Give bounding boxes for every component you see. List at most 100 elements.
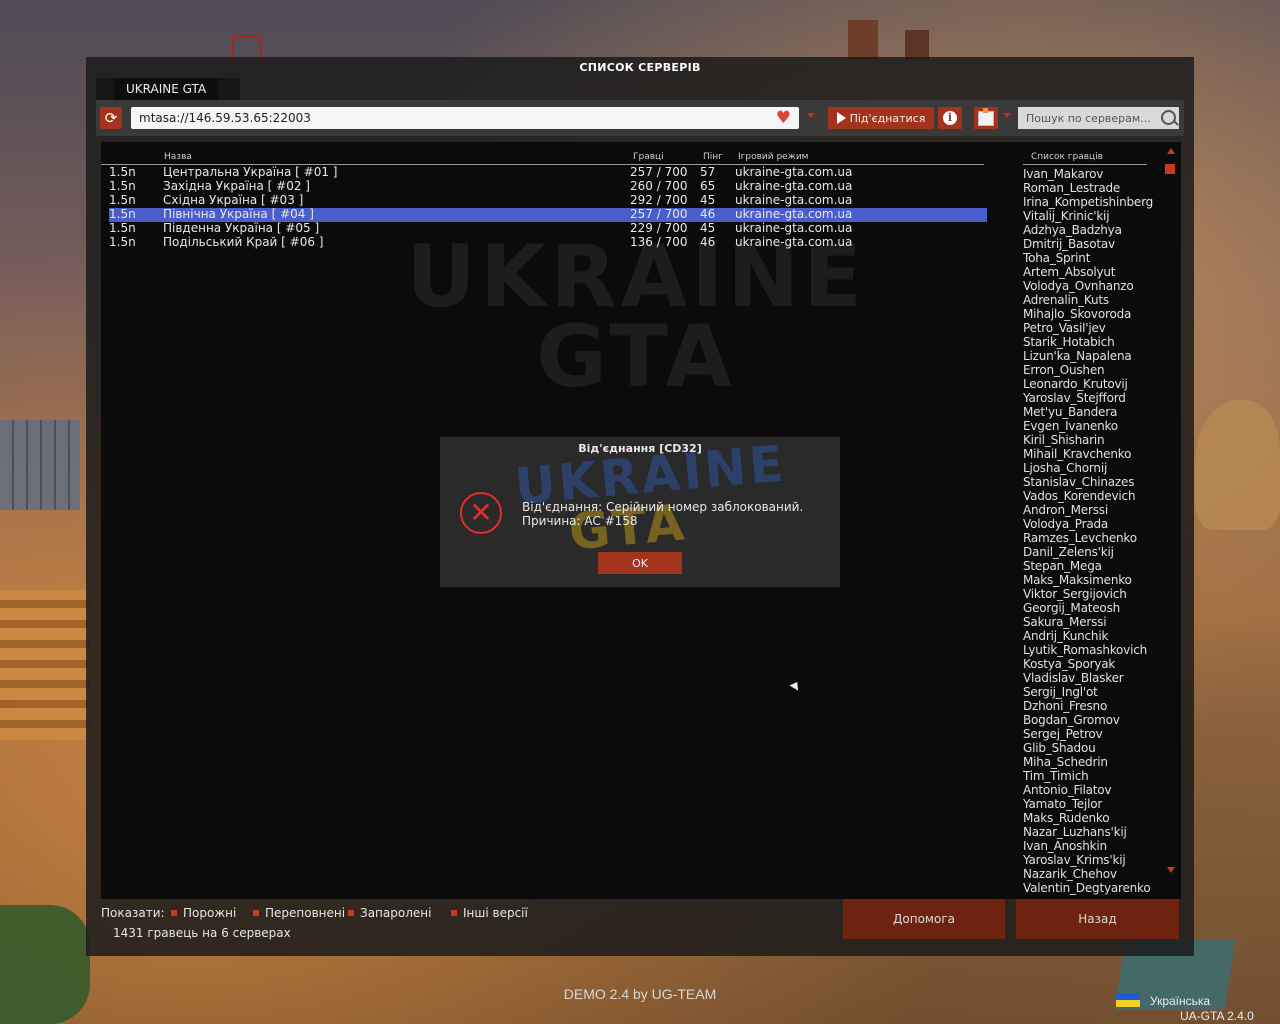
tab-ukraine-gta[interactable]: UKRAINE GTA [114, 78, 219, 100]
server-players-cell: 260 / 700 [630, 179, 688, 193]
server-name-cell: Північна Україна [ #04 ] [163, 207, 314, 221]
server-mode-cell: ukraine-gta.com.ua [735, 193, 853, 207]
ukraine-flag-icon [1116, 993, 1140, 1007]
player-list-item: Volodya_Ovnhanzo [1023, 279, 1134, 293]
favorite-heart-icon[interactable]: ♥ [776, 109, 791, 127]
search-icon[interactable] [1161, 110, 1176, 125]
player-list-item: Yamato_Tejlor [1023, 797, 1103, 811]
server-list-header: Назва Гравці Пінг Ігровий режим [101, 150, 984, 165]
server-version-cell: 1.5n [109, 193, 136, 207]
filter-other-versions-checkbox[interactable]: Інші версії [451, 906, 528, 920]
host-icon [978, 107, 994, 126]
scroll-thumb[interactable] [1165, 164, 1175, 174]
search-input[interactable] [1018, 107, 1166, 129]
bottom-bar: Показати: Порожні Переповнені Запаролені… [101, 899, 1181, 949]
player-list-item: Dmitrij_Basotav [1023, 237, 1115, 251]
column-mode-header[interactable]: Ігровий режим [738, 152, 808, 162]
player-list-item: Ivan_Anoshkin [1023, 839, 1107, 853]
background-watermark-logo: UKRAINE GTA [406, 227, 866, 407]
player-list-item: Erron_Oushen [1023, 363, 1105, 377]
server-info-button[interactable]: i [938, 107, 962, 129]
player-list-item: Yaroslav_Stejfford [1023, 391, 1126, 405]
host-dropdown-icon[interactable] [1003, 113, 1011, 118]
server-row[interactable]: 1.5n Південна Україна [ #05 ] 229 / 700 45 u… [109, 221, 987, 236]
server-players-cell: 136 / 700 [630, 235, 688, 249]
background-pallets [0, 590, 90, 740]
server-ping-cell: 45 [700, 221, 716, 235]
connect-button[interactable]: Під'єднатися [828, 107, 934, 129]
players-panel-header: Список гравців [1023, 150, 1147, 165]
play-icon [836, 112, 846, 124]
player-list-item: Vados_Korendevich [1023, 489, 1136, 503]
server-row[interactable]: 1.5n Центральна Україна [ #01 ] 257 / 700 5… [109, 165, 987, 180]
player-list-item: Valentin_Degtyarenko [1023, 881, 1151, 895]
player-list-item: Kostya_Sporyak [1023, 657, 1116, 671]
scroll-down-icon[interactable] [1167, 867, 1175, 873]
player-list-item: Miha_Schedrin [1023, 755, 1108, 769]
player-list-item: Adrenalin_Kuts [1023, 293, 1109, 307]
filter-label: Переповнені [265, 906, 346, 920]
player-list-item: Evgen_Ivanenko [1023, 419, 1118, 433]
address-dropdown-icon[interactable] [807, 113, 815, 118]
player-list-item: Irina_Kompetishinberg [1023, 195, 1154, 209]
ok-button[interactable]: OK [598, 552, 682, 574]
help-button[interactable]: Допомога [843, 899, 1005, 939]
language-label[interactable]: Українська [1150, 994, 1210, 1008]
server-row[interactable]: 1.5n Західна Україна [ #02 ] 260 / 700 65 uk… [109, 179, 987, 194]
filter-full-checkbox[interactable]: Переповнені [253, 906, 345, 920]
server-version-cell: 1.5n [109, 179, 136, 193]
player-list-item: Danil_Zelens'kij [1023, 545, 1114, 559]
player-list-item: Andrij_Kunchik [1023, 629, 1109, 643]
connect-label: Під'єднатися [849, 111, 926, 125]
server-row[interactable]: 1.5n Північна Україна [ #04 ] 257 / 700 46 u… [109, 207, 987, 222]
server-version-cell: 1.5n [109, 235, 136, 249]
player-list-item: Maks_Maksimenko [1023, 573, 1132, 587]
search-box [1018, 107, 1179, 129]
player-list-item: Tim_Timich [1023, 769, 1089, 783]
host-server-button[interactable] [974, 107, 998, 129]
disconnect-dialog: UKRAINE GTA Від'єднання [CD32] ✕ Від'єдна… [440, 434, 840, 587]
dialog-title: Від'єднання [CD32] [578, 442, 702, 455]
player-list-item: Leonardo_Krutovij [1023, 377, 1128, 391]
players-scrollbar[interactable] [1164, 142, 1178, 877]
background-chimney [848, 20, 878, 60]
server-mode-cell: ukraine-gta.com.ua [735, 221, 853, 235]
server-ping-cell: 57 [700, 165, 716, 179]
player-list-item: Lizun'ka_Napalena [1023, 349, 1132, 363]
player-list-item: Mihail_Kravchenko [1023, 447, 1132, 461]
server-players-cell: 229 / 700 [630, 221, 688, 235]
server-name-cell: Західна Україна [ #02 ] [163, 179, 310, 193]
player-list-item: Sergij_Ingl'ot [1023, 685, 1098, 699]
player-list-item: Mihajlo_Skovoroda [1023, 307, 1132, 321]
player-server-count: 1431 гравець на 6 серверах [113, 926, 291, 940]
server-players-cell: 257 / 700 [630, 165, 688, 179]
server-row[interactable]: 1.5n Східна Україна [ #03 ] 292 / 700 45 ukr… [109, 193, 987, 208]
server-name-cell: Східна Україна [ #03 ] [163, 193, 304, 207]
filter-label: Запаролені [360, 906, 432, 920]
dialog-message-reason: Причина: AC #158 [522, 514, 638, 528]
checkbox-icon [451, 910, 457, 916]
background-solar-panels [0, 420, 80, 510]
server-mode-cell: ukraine-gta.com.ua [735, 235, 853, 249]
player-list-item: Artem_Absolyut [1023, 265, 1116, 279]
filter-label: Порожні [183, 906, 237, 920]
dialog-message: Від'єднання: Серійний номер заблокований… [522, 500, 803, 528]
address-input[interactable] [135, 107, 763, 129]
server-ping-cell: 46 [700, 235, 716, 249]
player-list-item: Roman_Lestrade [1023, 181, 1121, 195]
filter-empty-checkbox[interactable]: Порожні [171, 906, 236, 920]
server-row[interactable]: 1.5n Подільський Край [ #06 ] 136 / 700 46 u… [109, 235, 987, 250]
server-ping-cell: 46 [700, 207, 716, 221]
column-players-header[interactable]: Гравці [633, 152, 664, 162]
scroll-up-icon[interactable] [1167, 148, 1175, 154]
player-list-item: Ramzes_Levchenko [1023, 531, 1137, 545]
column-ping-header[interactable]: Пінг [703, 152, 723, 162]
server-mode-cell: ukraine-gta.com.ua [735, 179, 853, 193]
refresh-button[interactable]: ⟳ [100, 107, 122, 129]
player-list-item: Glib_Shadou [1023, 741, 1096, 755]
show-filter-label: Показати: [101, 906, 165, 920]
checkbox-icon [171, 910, 177, 916]
column-name-header[interactable]: Назва [164, 152, 192, 162]
back-button[interactable]: Назад [1016, 899, 1179, 939]
filter-locked-checkbox[interactable]: Запаролені [348, 906, 431, 920]
